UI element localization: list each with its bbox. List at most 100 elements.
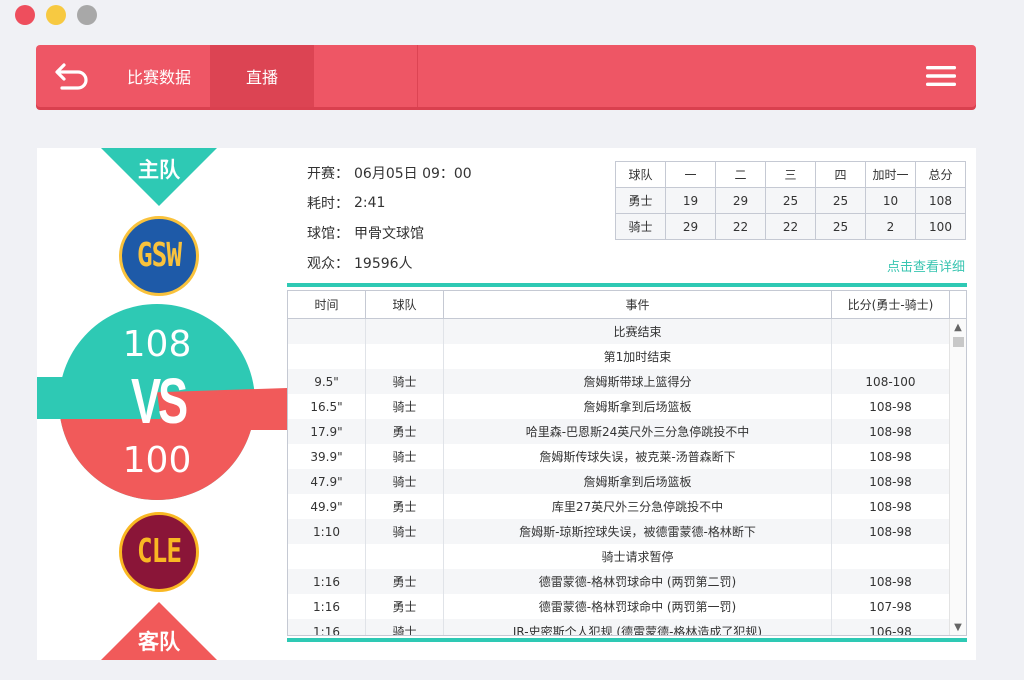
event-row: 1:16 骑士 JR-史密斯个人犯规 (德雷蒙德-格林造成了犯规) 106-98 [288,619,966,635]
event-time: 17.9" [288,419,366,444]
events-scrollbar[interactable]: ▲ ▼ [949,319,966,635]
window-controls [15,5,97,25]
back-button[interactable] [36,45,108,107]
event-team [366,544,444,569]
events-header-time: 时间 [288,291,366,318]
event-description: 哈里森-巴恩斯24英尺外三分急停跳投不中 [444,419,832,444]
event-description: 詹姆斯带球上篮得分 [444,369,832,394]
event-row: 第1加时结束 [288,344,966,369]
divider-bottom [287,638,967,642]
quarter-score-table: 球队 一 二 三 四 加时一 总分 勇士 19 29 25 25 10 108 … [615,161,966,240]
event-time: 49.9" [288,494,366,519]
event-row: 47.9" 骑士 詹姆斯拿到后场篮板 108-98 [288,469,966,494]
event-score: 108-98 [832,494,950,519]
quarter-header: 一 [665,161,716,188]
events-body: 比赛结束 第1加时结束 9.5" 骑士 詹姆斯带球上篮得分 108-100 16.5" 骑士詹… [288,319,966,635]
quarter-header: 三 [765,161,816,188]
maximize-window-button[interactable] [77,5,97,25]
away-score: 100 [122,440,192,481]
event-team: 勇士 [366,419,444,444]
scroll-thumb[interactable] [953,337,964,347]
event-description: 詹姆斯-琼斯控球失误，被德雷蒙德-格林断下 [444,519,832,544]
event-row: 比赛结束 [288,319,966,344]
quarter-row-cavaliers: 骑士 29 22 22 25 2 100 [615,213,966,240]
info-value: 2:41 [354,195,386,211]
info-label: 观众： [307,256,349,272]
event-team: 骑士 [366,394,444,419]
view-details-link[interactable]: 点击查看详细 [887,256,965,275]
event-score [832,544,950,569]
quarter-header: 球队 [615,161,666,188]
home-team-logo: GSW [119,216,199,296]
event-description: 库里27英尺外三分急停跳投不中 [444,494,832,519]
event-description: 詹姆斯拿到后场篮板 [444,394,832,419]
event-row: 49.9" 勇士 库里27英尺外三分急停跳投不中 108-98 [288,494,966,519]
events-header-score: 比分(勇士-骑士) [832,291,950,318]
quarter-header: 四 [815,161,866,188]
event-score: 108-98 [832,419,950,444]
divider-top [287,283,967,287]
event-row: 骑士请求暂停 [288,544,966,569]
home-score: 108 [122,324,192,365]
quarter-header: 二 [715,161,766,188]
vs-label: VS [130,365,188,438]
quarter-row-warriors: 勇士 19 29 25 25 10 108 [615,187,966,214]
info-value: 19596人 [354,256,413,272]
info-label: 球馆： [307,226,349,242]
event-score: 108-98 [832,444,950,469]
event-time: 1:16 [288,594,366,619]
event-time: 1:16 [288,619,366,635]
event-team: 骑士 [366,619,444,635]
scroll-down-icon[interactable]: ▼ [950,619,966,635]
event-score: 107-98 [832,594,950,619]
tab-live[interactable]: 直播 [210,45,314,107]
quarter-cell: 25 [815,187,866,214]
event-score: 108-98 [832,394,950,419]
quarter-cell: 25 [815,213,866,240]
scroll-up-icon[interactable]: ▲ [950,319,966,335]
scoreboard-column: 主队 GSW 108 VS 100 CLE 客队 [37,148,287,660]
quarter-cell: 22 [715,213,766,240]
event-description: JR-史密斯个人犯规 (德雷蒙德-格林造成了犯规) [444,619,832,635]
event-row: 39.9" 骑士 詹姆斯传球失误，被克莱-汤普森断下 108-98 [288,444,966,469]
event-score: 108-98 [832,519,950,544]
home-team-abbr: GSW [137,237,182,275]
event-row: 1:10 骑士 詹姆斯-琼斯控球失误，被德雷蒙德-格林断下 108-98 [288,519,966,544]
event-team [366,319,444,344]
event-description: 詹姆斯拿到后场篮板 [444,469,832,494]
event-time [288,319,366,344]
menu-button[interactable] [906,45,976,107]
quarter-header-row: 球队 一 二 三 四 加时一 总分 [615,161,966,188]
quarter-cell: 10 [865,187,916,214]
quarter-cell: 100 [915,213,966,240]
info-attendance: 观众： 19596人 [307,248,472,278]
event-score: 106-98 [832,619,950,635]
event-time: 16.5" [288,394,366,419]
event-row: 1:16 勇士 德雷蒙德-格林罚球命中 (两罚第一罚) 107-98 [288,594,966,619]
quarter-cell: 29 [715,187,766,214]
minimize-window-button[interactable] [46,5,66,25]
event-score [832,319,950,344]
quarter-cell: 22 [765,213,816,240]
info-start-time: 开赛： 06月05日 09：00 [307,158,472,188]
top-navigation-bar: 比赛数据 直播 [36,45,976,107]
away-team-abbr: CLE [137,533,182,571]
quarter-header: 总分 [915,161,966,188]
event-score: 108-98 [832,469,950,494]
event-description: 詹姆斯传球失误，被克莱-汤普森断下 [444,444,832,469]
event-team: 骑士 [366,469,444,494]
game-info: 开赛： 06月05日 09：00 耗时： 2:41 球馆： 甲骨文球馆 观众： … [307,158,472,278]
tab-match-data[interactable]: 比赛数据 [108,45,210,107]
event-time [288,344,366,369]
events-header-row: 时间 球队 事件 比分(勇士-骑士) [288,291,966,319]
home-team-label: 主队 [138,158,180,182]
info-label: 耗时： [307,196,349,212]
event-description: 第1加时结束 [444,344,832,369]
close-window-button[interactable] [15,5,35,25]
event-team: 骑士 [366,369,444,394]
event-description: 德雷蒙德-格林罚球命中 (两罚第二罚) [444,569,832,594]
event-score: 108-98 [832,569,950,594]
events-header-team: 球队 [366,291,444,318]
event-time: 47.9" [288,469,366,494]
event-row: 17.9" 勇士 哈里森-巴恩斯24英尺外三分急停跳投不中 108-98 [288,419,966,444]
